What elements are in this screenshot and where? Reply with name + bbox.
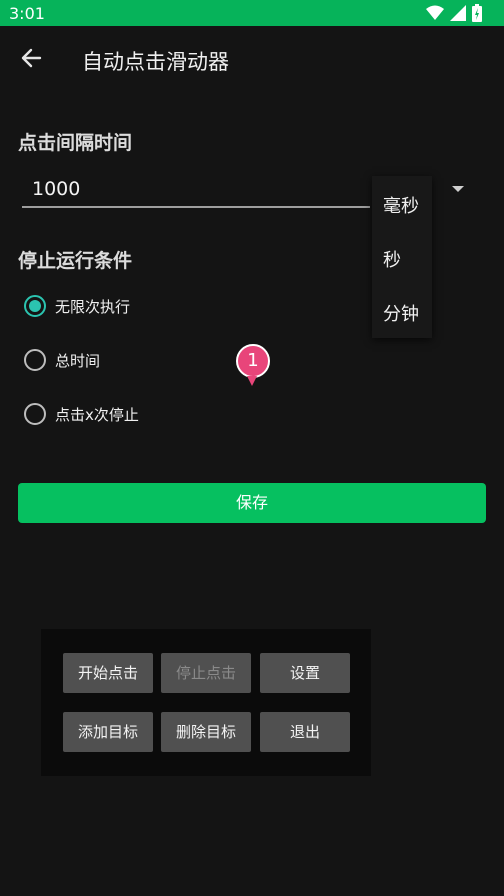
signal-icon [450, 5, 466, 21]
stop-condition-label: 停止运行条件 [18, 250, 133, 272]
stop-click-button[interactable]: 停止点击 [161, 653, 251, 693]
radio-label: 点击x次停止 [55, 405, 139, 424]
radio-button[interactable] [24, 403, 46, 425]
status-bar: 3:01 [0, 0, 504, 26]
radio-button-checked[interactable] [24, 295, 46, 317]
battery-icon [472, 4, 482, 22]
click-target-marker[interactable]: 1 [236, 344, 270, 378]
start-click-button[interactable]: 开始点击 [63, 653, 153, 693]
save-button[interactable]: 保存 [18, 483, 486, 523]
settings-button[interactable]: 设置 [260, 653, 350, 693]
floating-control-panel: 开始点击 停止点击 设置 添加目标 删除目标 退出 [41, 629, 371, 776]
radio-label: 总时间 [55, 351, 101, 370]
status-time: 3:01 [9, 4, 45, 23]
page-title: 自动点击滑动器 [82, 50, 229, 74]
arrow-left-icon[interactable] [18, 44, 46, 72]
radio-option-infinite[interactable]: 无限次执行 [24, 294, 130, 318]
wifi-icon [426, 5, 444, 20]
dropdown-option-min[interactable]: 分钟 [383, 300, 419, 326]
add-target-button[interactable]: 添加目标 [63, 712, 153, 752]
chevron-down-icon[interactable] [452, 186, 464, 192]
radio-button[interactable] [24, 349, 46, 371]
radio-label: 无限次执行 [55, 297, 131, 316]
interval-label: 点击间隔时间 [18, 132, 133, 154]
interval-value: 1000 [32, 178, 81, 200]
marker-pointer-icon [247, 376, 257, 386]
app-toolbar: 自动点击滑动器 [0, 26, 504, 92]
remove-target-button[interactable]: 删除目标 [161, 712, 251, 752]
dropdown-option-sec[interactable]: 秒 [383, 246, 401, 272]
exit-button[interactable]: 退出 [260, 712, 350, 752]
dropdown-option-ms[interactable]: 毫秒 [383, 192, 419, 218]
interval-input[interactable]: 1000 [22, 172, 370, 208]
status-icons [426, 4, 482, 22]
unit-dropdown-menu: 毫秒 秒 分钟 [372, 176, 432, 338]
radio-option-total-time[interactable]: 总时间 [24, 348, 100, 372]
radio-option-click-count[interactable]: 点击x次停止 [24, 402, 139, 426]
